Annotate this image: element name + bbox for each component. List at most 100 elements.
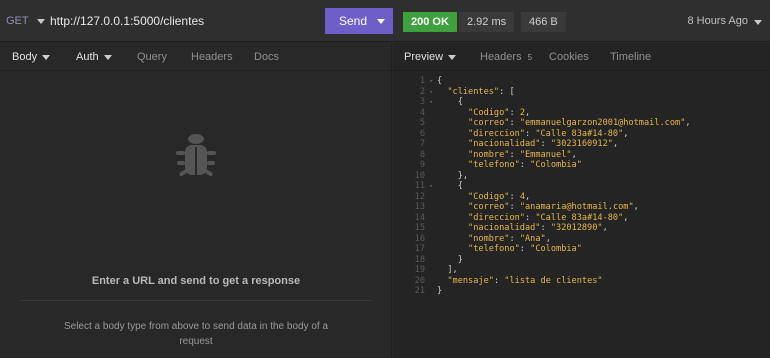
fold-gutter [429,213,437,224]
fold-gutter [429,276,437,287]
tab-docs-label: Docs [254,51,280,63]
tab-preview[interactable]: Preview [404,51,457,63]
json-punctuation: : [540,139,551,149]
url-input[interactable] [50,9,320,33]
line-number: 11 [414,181,425,191]
json-string: "Colombia" [530,160,582,170]
json-punctuation: , [571,149,577,160]
fold-toggle-icon[interactable]: ▾ [429,97,437,108]
code-line: 14 "direccion": "Calle 83a#14-80", [393,213,770,224]
code-line: 11 ▾ { [393,181,770,192]
fold-gutter [429,171,437,182]
json-string: "Calle 83a#14-80" [535,212,624,223]
code-line: 3 ▾ { [393,97,770,108]
method-selector[interactable]: GET [6,15,45,27]
tab-body[interactable]: Body [12,51,51,63]
fold-gutter [429,234,437,245]
tab-headers[interactable]: Headers [191,51,233,63]
chevron-down-icon [448,54,457,60]
code-line: 9 "telefono": "Colombia" [393,160,770,171]
send-button[interactable]: Send [325,8,393,34]
empty-state-hint: Select a body type from above to send da… [63,321,329,347]
json-punctuation [437,160,468,171]
json-punctuation: , [602,223,608,233]
code-line: 2 ▾ "clientes": [ [393,87,770,98]
json-string: "Colombia" [530,244,582,254]
code-line: 19 ], [393,265,770,276]
line-number: 4 [419,107,425,118]
code-line: 20 "mensaje": "lista de clientes" [393,276,770,287]
json-punctuation: : [ [499,86,515,97]
chevron-down-icon[interactable] [377,19,385,24]
json-key: "nombre" [468,233,510,244]
line-number: 1 [419,76,425,86]
json-key: "mensaje" [447,275,494,286]
history-dropdown[interactable]: 8 Hours Ago [687,15,748,27]
code-line: 7 "nacionalidad": "3023160912", [393,139,770,150]
tab-cookies[interactable]: Cookies [549,51,589,63]
fold-gutter [429,108,437,119]
json-key: "correo" [468,202,510,212]
code-line: 12 "Codigo": 4, [393,192,770,203]
json-key: "telefono" [468,244,520,254]
line-number: 3 [419,97,425,107]
json-punctuation [437,150,468,161]
status-badge: 200 OK [403,12,457,32]
line-number: 21 [414,286,425,296]
json-punctuation [437,202,468,213]
fold-gutter [429,202,437,213]
json-punctuation: } [437,286,443,296]
line-number: 9 [419,160,425,170]
line-number: 6 [419,128,425,139]
json-punctuation: : [509,107,520,118]
divider [20,300,372,301]
json-punctuation: }, [437,170,469,181]
tab-response-headers[interactable]: Headers 5 [480,51,532,63]
fold-toggle-icon[interactable]: ▾ [429,181,437,192]
json-punctuation [437,108,468,119]
fold-gutter [429,286,437,297]
chevron-down-icon [36,18,45,24]
tab-query[interactable]: Query [137,51,167,63]
chevron-down-icon [103,54,112,60]
code-line: 18 } [393,255,770,266]
method-label: GET [6,15,29,27]
json-key: "Codigo" [468,191,510,202]
tab-timeline-label: Timeline [610,51,652,63]
tab-timeline[interactable]: Timeline [610,51,651,63]
empty-state-title: Enter a URL and send to get a response [91,275,301,287]
line-number: 7 [419,139,425,149]
json-punctuation [437,139,468,150]
tab-auth[interactable]: Auth [76,51,112,63]
response-pane: Preview Headers 5 Cookies Timeline 1 ▾{2 ▾ … [393,43,770,358]
json-punctuation: { [437,76,443,86]
json-punctuation: , [525,191,531,202]
json-key: "Codigo" [468,107,510,118]
tab-docs[interactable]: Docs [254,51,279,63]
json-punctuation: : [509,118,520,128]
fold-toggle-icon[interactable]: ▾ [429,76,437,87]
json-punctuation: , [623,212,629,223]
code-line: 8 "nombre": "Emmanuel", [393,150,770,161]
chevron-down-icon[interactable] [754,20,762,25]
json-key: "nacionalidad" [468,223,541,233]
json-key: "direccion" [468,212,525,223]
json-punctuation: : [519,160,531,170]
fold-gutter [429,160,437,171]
fold-toggle-icon[interactable]: ▾ [429,87,437,98]
line-number: 15 [414,223,425,233]
chevron-down-icon [42,54,51,60]
json-punctuation [437,213,468,224]
tab-headers-label: Headers [191,51,233,63]
json-punctuation: : [509,149,520,160]
json-string: "Emmanuel" [519,149,572,160]
json-punctuation: : [509,191,520,202]
json-punctuation [437,118,468,129]
headers-count-badge: 5 [527,52,533,62]
json-key: "nombre" [468,149,510,160]
response-body-viewer[interactable]: 1 ▾{2 ▾ "clientes": [3 ▾ {4 "Codigo": 2,5 "… [393,76,770,297]
json-punctuation [437,244,468,255]
json-key: "telefono" [468,160,520,170]
line-number: 19 [414,265,425,275]
fold-gutter [429,244,437,255]
